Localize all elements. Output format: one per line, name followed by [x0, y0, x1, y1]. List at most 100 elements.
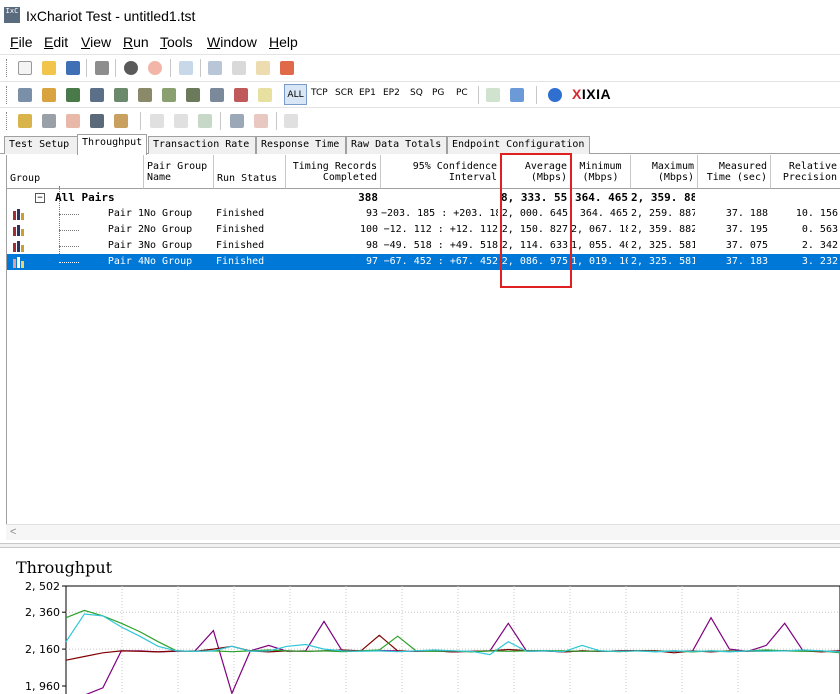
pair-status: Finished: [216, 256, 265, 267]
horizontal-scrollbar[interactable]: <: [6, 524, 840, 540]
ixia-logo-x: X: [572, 86, 582, 102]
tab-test-setup[interactable]: Test Setup: [4, 136, 78, 154]
scr-filter-button[interactable]: SCR: [335, 88, 353, 98]
all-filter-button[interactable]: ALL: [284, 84, 307, 105]
pair-bar-icon: [13, 241, 27, 252]
modify-icon[interactable]: [208, 86, 226, 104]
menu-view[interactable]: View: [81, 34, 111, 50]
toolbar-separator: [478, 86, 479, 104]
sq-filter-button[interactable]: SQ: [410, 88, 423, 98]
column-header-run-status[interactable]: Run Status: [214, 155, 286, 189]
delete-icon[interactable]: [278, 59, 296, 77]
column-header-timing-records[interactable]: Timing Records Completed: [286, 155, 381, 189]
table-row-selected[interactable]: Pair 4 No Group Finished 97 −67. 452 : +…: [7, 254, 840, 270]
new-file-icon[interactable]: [16, 59, 34, 77]
pen-icon[interactable]: [184, 86, 202, 104]
tab-response-time[interactable]: Response Time: [256, 136, 346, 154]
options-icon[interactable]: [112, 112, 130, 130]
toolbar-grip[interactable]: [6, 86, 9, 104]
pair-time: 37. 075: [725, 240, 768, 251]
pair-maximum: 2, 259. 887: [631, 208, 695, 219]
tcp-filter-button[interactable]: TCP: [311, 88, 328, 98]
menu-window-rest: indow: [220, 34, 257, 50]
column-header-confidence-interval[interactable]: 95% Confidence Interval: [381, 155, 501, 189]
column-header-measured-time[interactable]: Measured Time (sec): [698, 155, 771, 189]
menu-help[interactable]: Help: [269, 34, 298, 50]
tab-transaction-rate[interactable]: Transaction Rate: [148, 136, 256, 154]
graph-icon[interactable]: [484, 86, 502, 104]
tools-icon[interactable]: [88, 112, 106, 130]
edit-pair-icon[interactable]: [64, 86, 82, 104]
network-icon[interactable]: [88, 86, 106, 104]
column-header-relative-precision[interactable]: Relative Precision: [771, 155, 840, 189]
table-row[interactable]: Pair 3 No Group Finished 98 −49. 518 : +…: [7, 238, 840, 254]
open-folder-icon[interactable]: [40, 59, 58, 77]
ep1-filter-button[interactable]: EP1: [359, 88, 376, 98]
pair-name: Pair 3: [107, 240, 144, 251]
table-row[interactable]: Pair 1 No Group Finished 93 −203. 185 : …: [7, 206, 840, 222]
scroll-left-arrow[interactable]: <: [10, 526, 16, 538]
column-header-minimum[interactable]: Minimum (Mbps): [571, 155, 631, 189]
tab-endpoint-configuration[interactable]: Endpoint Configuration: [447, 136, 590, 154]
layout-icon[interactable]: [228, 112, 246, 130]
collapse-icon[interactable]: −: [35, 193, 45, 203]
menu-run[interactable]: Run: [123, 34, 149, 50]
wand-icon[interactable]: [16, 112, 34, 130]
add-multicast-icon[interactable]: [40, 86, 58, 104]
copy-icon[interactable]: [230, 59, 248, 77]
toolbar-grip[interactable]: [6, 112, 9, 130]
column-header-group[interactable]: Group: [7, 155, 144, 189]
pair-group-header-line-2: Name: [147, 172, 172, 183]
endpoint-icon[interactable]: [112, 86, 130, 104]
menu-file[interactable]: File: [10, 34, 33, 50]
ep2-filter-button[interactable]: EP2: [383, 88, 400, 98]
sort-icon[interactable]: [196, 112, 214, 130]
wizard-icon[interactable]: [40, 112, 58, 130]
ixia-logo: XIXIA: [572, 86, 611, 102]
add-pair-icon[interactable]: [16, 86, 34, 104]
tab-raw-data-totals[interactable]: Raw Data Totals: [346, 136, 447, 154]
menu-tools-rest: ools: [167, 34, 193, 50]
cut-icon[interactable]: [206, 59, 224, 77]
run-icon[interactable]: [122, 59, 140, 77]
script-icon[interactable]: [136, 86, 154, 104]
tree-branch-line: [59, 262, 79, 263]
magic-icon[interactable]: [64, 112, 82, 130]
menu-window[interactable]: Window: [207, 34, 257, 50]
export-icon[interactable]: [508, 86, 526, 104]
precision-header-line-1: Relative: [788, 161, 837, 172]
stop-icon[interactable]: [146, 59, 164, 77]
schedule-icon[interactable]: [252, 112, 270, 130]
group-icon[interactable]: [148, 112, 166, 130]
pair-group: No Group: [144, 240, 193, 251]
menu-tools[interactable]: Tools: [160, 34, 193, 50]
toolbar-grip[interactable]: [6, 59, 9, 77]
time-header-line-1: Measured: [718, 161, 767, 172]
pg-filter-button[interactable]: PG: [432, 88, 444, 98]
save-icon[interactable]: [64, 59, 82, 77]
report-icon[interactable]: [282, 112, 300, 130]
column-header-pair-group-name[interactable]: Pair Group Name: [144, 155, 214, 189]
ungroup-icon[interactable]: [172, 112, 190, 130]
properties-icon[interactable]: [177, 59, 195, 77]
pairs-toolbar: ALL TCP SCR EP1 EP2 SQ PG PC XIXIA: [0, 81, 840, 108]
edit-script-icon[interactable]: [160, 86, 178, 104]
print-icon[interactable]: [93, 59, 111, 77]
summary-maximum: 2, 359. 882: [631, 191, 695, 204]
table-row[interactable]: Pair 2 No Group Finished 100 −12. 112 : …: [7, 222, 840, 238]
menu-edit[interactable]: Edit: [44, 34, 68, 50]
pc-filter-button[interactable]: PC: [456, 88, 468, 98]
summary-row[interactable]: − All Pairs 388 8, 333. 557 364. 465 2, …: [7, 190, 840, 206]
menu-edit-rest: dit: [53, 34, 69, 50]
color-cube-icon[interactable]: [232, 86, 250, 104]
info-icon[interactable]: [546, 86, 564, 104]
summary-records: 388: [358, 191, 378, 204]
all-pairs-label: All Pairs: [55, 191, 115, 204]
pair-bar-icon: [13, 209, 27, 220]
menu-file-rest: ile: [18, 34, 33, 50]
column-header-maximum[interactable]: Maximum (Mbps): [631, 155, 698, 189]
menu-run-rest: un: [133, 34, 149, 50]
number-icon[interactable]: [256, 86, 274, 104]
tab-throughput[interactable]: Throughput: [77, 134, 147, 155]
paste-icon[interactable]: [254, 59, 272, 77]
